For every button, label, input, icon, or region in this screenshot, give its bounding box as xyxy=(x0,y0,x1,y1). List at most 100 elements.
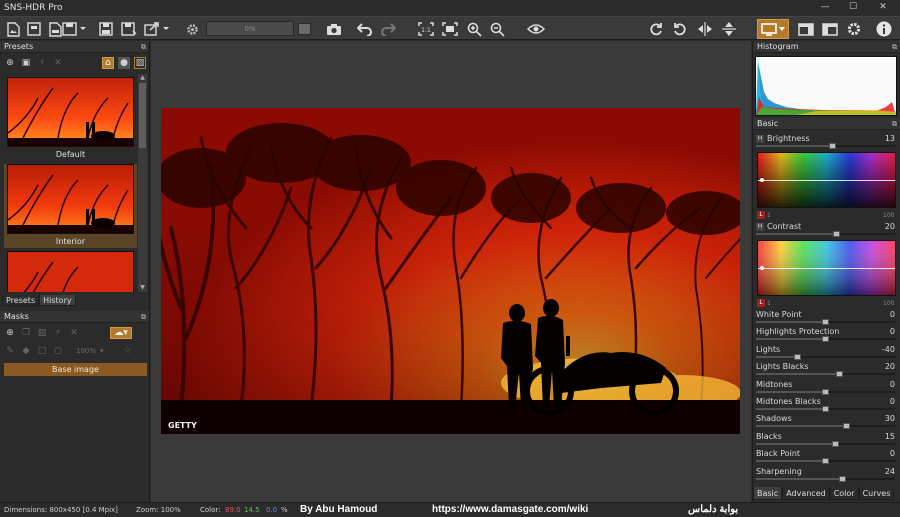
tab-advanced[interactable]: Advanced xyxy=(782,487,830,500)
brightness-slider[interactable]: H Brightness 13 xyxy=(755,133,896,150)
user-preset-icon[interactable]: ● xyxy=(118,57,130,69)
image-mask-icon[interactable]: ▨ xyxy=(36,327,48,339)
tab-color[interactable]: Color xyxy=(829,487,859,500)
redo-icon[interactable] xyxy=(378,20,398,38)
fill-icon[interactable]: ◆ xyxy=(20,345,32,357)
rotate-cw-icon[interactable] xyxy=(647,20,665,38)
slider-handle[interactable] xyxy=(822,336,829,343)
pin-icon[interactable]: ⧉ xyxy=(141,41,146,53)
zoom-in-icon[interactable] xyxy=(464,20,484,38)
slider-midtones-blacks[interactable]: Midtones Blacks 0 xyxy=(755,396,896,413)
slider-track[interactable] xyxy=(756,406,895,412)
slider-handle[interactable] xyxy=(831,440,839,447)
slider-track[interactable] xyxy=(756,458,895,465)
link-mask-icon[interactable]: ⚡ xyxy=(52,327,64,339)
export-icon[interactable] xyxy=(143,20,171,38)
tab-presets[interactable]: Presets xyxy=(2,295,40,306)
cloud-mask-icon[interactable]: ☁▾ xyxy=(110,327,132,339)
contrast-color-curve[interactable] xyxy=(757,240,896,296)
save-as-icon[interactable] xyxy=(119,20,139,38)
delete-mask-icon[interactable]: ✕ xyxy=(68,327,80,339)
brightness-l-badge[interactable]: L xyxy=(757,211,765,219)
open-icon[interactable] xyxy=(25,20,43,38)
home-preset-icon[interactable]: ⌂ xyxy=(102,57,114,69)
slider-handle[interactable] xyxy=(822,406,829,412)
base-image-layer[interactable]: Base image xyxy=(4,363,147,376)
eye-icon[interactable] xyxy=(525,20,547,38)
undo-icon[interactable] xyxy=(355,20,375,38)
slider-handle[interactable] xyxy=(822,388,829,395)
link-preset-icon[interactable]: ⚡ xyxy=(36,57,48,69)
tab-curves[interactable]: Curves xyxy=(858,487,895,500)
slider-midtones[interactable]: Midtones 0 xyxy=(755,379,896,396)
zoom-out-icon[interactable] xyxy=(487,20,507,38)
slider-black-point[interactable]: Black Point 0 xyxy=(755,448,896,465)
rotate-ccw-icon[interactable] xyxy=(671,20,689,38)
slider-track[interactable] xyxy=(756,475,895,482)
slider-white-point[interactable]: White Point 0 xyxy=(755,309,896,326)
tab-basic[interactable]: Basic xyxy=(753,487,783,500)
preferences-gear-icon[interactable] xyxy=(845,20,863,38)
camera-icon[interactable] xyxy=(324,20,344,38)
contrast-h-badge[interactable]: H xyxy=(756,222,764,231)
copy-mask-icon[interactable]: ❐ xyxy=(20,327,32,339)
slider-handle[interactable] xyxy=(828,143,836,149)
add-mask-icon[interactable]: ⊕ xyxy=(4,327,16,339)
star-icon[interactable]: ☆ xyxy=(122,345,134,357)
slider-track[interactable] xyxy=(756,371,895,378)
slider-blacks[interactable]: Blacks 15 xyxy=(755,431,896,448)
slider-track[interactable] xyxy=(756,440,895,447)
slider-sharpening[interactable]: Sharpening 24 xyxy=(755,466,896,483)
brightness-h-badge[interactable]: H xyxy=(756,134,764,143)
rect-select-icon[interactable]: □ xyxy=(36,345,48,357)
image-canvas[interactable]: GETTY xyxy=(151,41,751,502)
info-icon[interactable] xyxy=(874,20,894,38)
layout-1-icon[interactable] xyxy=(797,20,815,38)
minimize-button[interactable]: — xyxy=(812,0,838,14)
slider-track[interactable] xyxy=(756,143,895,149)
actual-size-icon[interactable]: 1:1 xyxy=(416,20,436,38)
slider-track[interactable] xyxy=(756,423,895,430)
slider-track[interactable] xyxy=(756,319,895,325)
slider-track[interactable] xyxy=(756,231,895,237)
maximize-button[interactable]: ☐ xyxy=(840,0,866,14)
curve-point[interactable] xyxy=(760,178,764,182)
scrollbar-thumb[interactable] xyxy=(139,83,146,148)
presets-scrollbar[interactable]: ▲ ▼ xyxy=(138,74,147,292)
scroll-down-icon[interactable]: ▼ xyxy=(138,284,147,292)
slider-highlights-protection[interactable]: Highlights Protection 0 xyxy=(755,326,896,343)
slider-handle[interactable] xyxy=(835,371,843,378)
monitor-icon[interactable] xyxy=(757,19,789,39)
curve-point[interactable] xyxy=(760,266,764,270)
preview-image[interactable]: GETTY xyxy=(161,108,740,434)
pin-icon[interactable]: ⧉ xyxy=(141,311,146,323)
slider-handle[interactable] xyxy=(838,475,846,482)
slider-track[interactable] xyxy=(756,353,895,360)
save-preset-icon[interactable]: ▣ xyxy=(20,57,32,69)
ellipse-select-icon[interactable]: ○ xyxy=(52,345,64,357)
preset-item-interior[interactable]: Interior xyxy=(4,164,137,248)
add-preset-icon[interactable]: ⊕ xyxy=(4,57,16,69)
preset-item-default[interactable]: Default xyxy=(4,77,137,161)
brightness-color-curve[interactable] xyxy=(757,152,896,208)
slider-track[interactable] xyxy=(756,388,895,395)
slider-shadows[interactable]: Shadows 30 xyxy=(755,413,896,430)
slider-handle[interactable] xyxy=(822,319,829,325)
pin-icon[interactable]: ⧉ xyxy=(892,118,897,130)
close-button[interactable]: ✕ xyxy=(868,0,898,14)
image-preset-icon[interactable]: ▨ xyxy=(134,57,146,69)
slider-handle[interactable] xyxy=(822,458,829,465)
save-icon[interactable] xyxy=(97,20,115,38)
settings-gear-icon[interactable] xyxy=(183,20,201,38)
opacity-dropdown-icon[interactable]: ▾ xyxy=(100,347,104,355)
new-file-icon[interactable] xyxy=(4,20,22,38)
fit-icon[interactable] xyxy=(440,20,460,38)
slider-handle[interactable] xyxy=(833,231,841,237)
slider-handle[interactable] xyxy=(794,353,802,360)
contrast-l-badge[interactable]: L xyxy=(757,299,765,307)
contrast-slider[interactable]: H Contrast 20 xyxy=(755,221,896,238)
scroll-up-icon[interactable]: ▲ xyxy=(138,74,147,82)
save-menu-icon[interactable] xyxy=(61,20,87,38)
slider-track[interactable] xyxy=(756,336,895,343)
slider-lights[interactable]: Lights -40 xyxy=(755,344,896,361)
